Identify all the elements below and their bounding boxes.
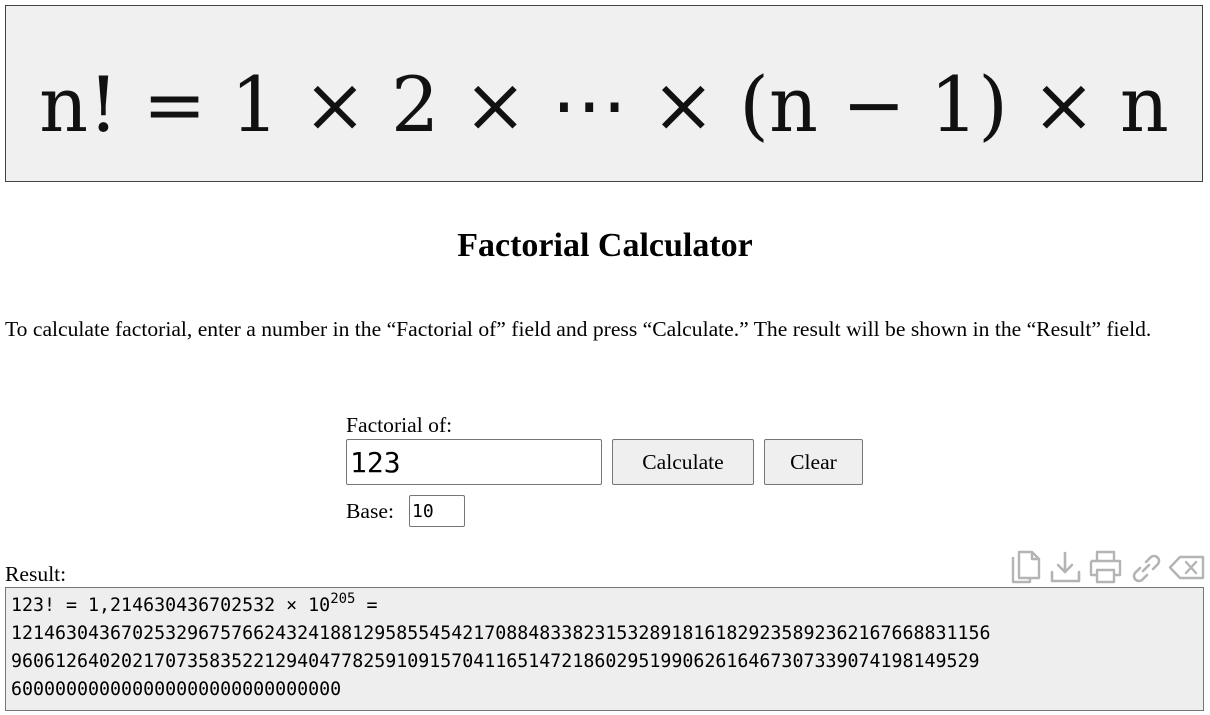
result-digits-line: 600000000000000000000000000000 (11, 679, 342, 700)
result-label: Result: (5, 562, 67, 586)
result-output[interactable]: 123! = 1,214630436702532 × 10205 = 12146… (5, 587, 1204, 711)
formula-text: n! = 1 × 2 × ⋯ × (n − 1) × n (39, 60, 1169, 149)
download-icon[interactable] (1048, 548, 1084, 586)
base-input[interactable] (409, 495, 465, 527)
result-digits-line: 9606126402021707358352212940477825910915… (11, 651, 980, 672)
factorial-of-label: Factorial of: (346, 413, 453, 437)
page-title: Factorial Calculator (457, 227, 753, 264)
calculate-button[interactable]: Calculate (612, 439, 754, 485)
result-scientific-line: 123! = 1,214630436702532 × 10205 = (11, 592, 1198, 620)
print-icon[interactable] (1088, 548, 1124, 586)
clear-result-icon[interactable] (1168, 548, 1205, 586)
factorial-of-input[interactable] (346, 439, 602, 485)
clear-button[interactable]: Clear (764, 439, 863, 485)
result-scientific-prefix: 123! = 1,214630436702532 × 10 (11, 595, 331, 616)
formula-banner: n! = 1 × 2 × ⋯ × (n − 1) × n (5, 5, 1203, 182)
result-toolbar (1008, 548, 1208, 588)
result-digits-line: 1214630436702532967576624324188129585545… (11, 623, 991, 644)
result-scientific-suffix: = (355, 595, 378, 616)
base-label: Base: (346, 499, 394, 523)
factorial-formula: n! = 1 × 2 × ⋯ × (n − 1) × n (39, 60, 1169, 149)
copy-icon[interactable] (1008, 548, 1044, 586)
result-exponent: 205 (330, 591, 356, 607)
intro-text: To calculate factorial, enter a number i… (5, 317, 1152, 341)
link-icon[interactable] (1128, 548, 1164, 586)
